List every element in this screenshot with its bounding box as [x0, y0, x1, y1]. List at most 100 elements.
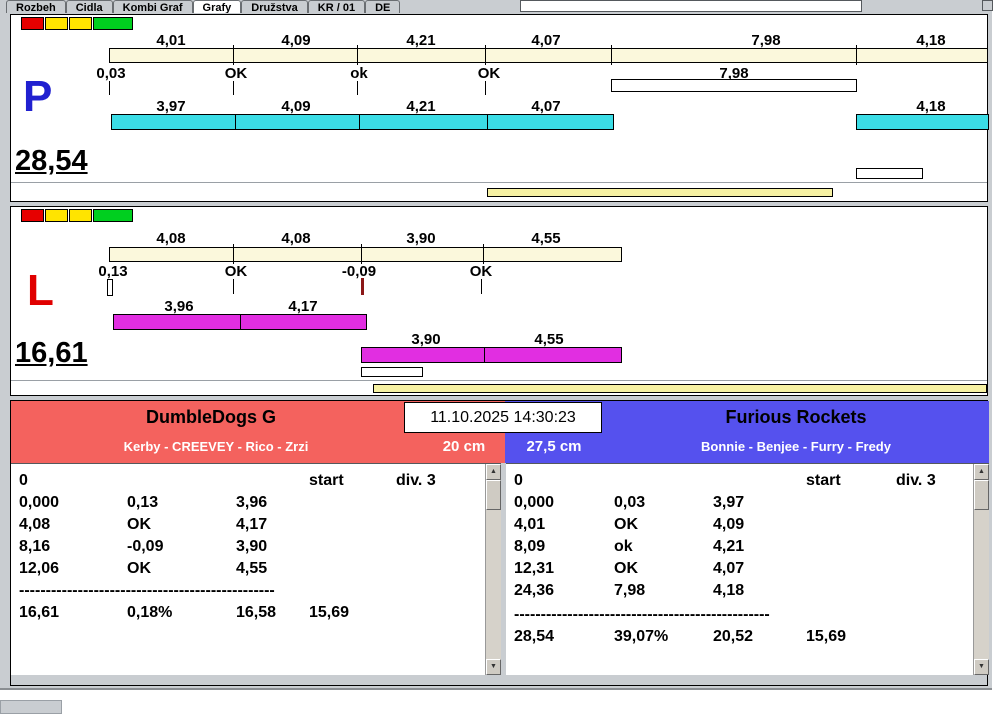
table-cell: 4,01 — [514, 516, 546, 533]
table-row: 0,000 0,03 3,97 — [506, 494, 989, 514]
table-cell: 28,54 — [514, 628, 555, 645]
table-total-row: 16,61 0,18% 16,58 15,69 — [11, 604, 501, 624]
lane-l-letter: L — [27, 266, 54, 315]
table-cell: 4,09 — [713, 516, 745, 533]
table-cell: 15,69 — [806, 628, 847, 645]
ruler-tick — [611, 45, 612, 65]
table-cell: 8,16 — [19, 538, 51, 555]
table-cell: ok — [614, 538, 633, 555]
status-light-green — [93, 209, 133, 222]
run-split-label: 3,97 — [156, 98, 186, 115]
table-total-row: 28,54 39,07% 20,52 15,69 — [506, 628, 989, 648]
scroll-up-button[interactable]: ▲ — [486, 464, 501, 480]
scroll-down-button[interactable]: ▼ — [974, 659, 989, 675]
table-row: 8,16 -0,09 3,90 — [11, 538, 501, 558]
panel-divider-line — [11, 182, 987, 183]
screen: Rozbeh Cidla Kombi Graf Grafy Družstva K… — [0, 0, 995, 716]
tab-kombi-graf[interactable]: Kombi Graf — [112, 0, 193, 13]
crossing-mark-label: 0,13 — [98, 263, 128, 280]
run-split-label: 4,07 — [531, 98, 561, 115]
table-cell: 4,18 — [713, 582, 745, 599]
table-cell: 3,96 — [236, 494, 268, 511]
team-right-members: Bonnie - Benjee - Furry - Fredy — [701, 439, 891, 454]
split-time-label: 4,21 — [406, 32, 436, 49]
separator-dashes: ----------------------------------------… — [514, 606, 770, 623]
crossing-mark-label: OK — [224, 263, 248, 280]
table-header-row: 0 start div. 3 — [11, 472, 501, 492]
vertical-scrollbar[interactable]: ▲ ▼ — [973, 464, 989, 675]
start-marker-box — [107, 279, 113, 296]
lane-p-marker-bar — [856, 168, 923, 179]
window-corner-box — [982, 0, 993, 11]
status-light-yellow-1 — [45, 209, 68, 222]
tab-de[interactable]: DE — [365, 0, 401, 13]
run-split-label: 3,90 — [411, 331, 441, 348]
split-time-label: 4,08 — [156, 230, 186, 247]
table-cell: 3,97 — [713, 494, 745, 511]
panel-divider-line — [11, 380, 987, 381]
clock-display: 11.10.2025 14:30:23 — [404, 402, 602, 433]
segment-divider — [487, 115, 488, 129]
table-cell: 4,07 — [713, 560, 745, 577]
scroll-thumb[interactable] — [974, 480, 989, 510]
table-cell: 0 — [514, 472, 523, 489]
tab-grafy[interactable]: Grafy — [192, 0, 242, 13]
team-left-jump-height: 20 cm — [442, 438, 486, 455]
scroll-down-button[interactable]: ▼ — [486, 659, 501, 675]
table-cell: 0 — [19, 472, 28, 489]
window-bottom-fragment — [0, 700, 62, 714]
tab-kr-01[interactable]: KR / 01 — [307, 0, 366, 13]
scroll-thumb[interactable] — [486, 480, 501, 510]
table-cell: 7,98 — [614, 582, 646, 599]
ruler-tick — [485, 45, 486, 65]
table-cell: 0,18% — [127, 604, 173, 621]
tab-rozbeh[interactable]: Rozbeh — [6, 0, 66, 13]
team-right-table: 0 start div. 3 0,000 0,03 3,97 4,01 OK 4… — [506, 463, 989, 675]
segment-divider — [359, 115, 360, 129]
table-cell: 24,36 — [514, 582, 555, 599]
tab-cidla[interactable]: Cidla — [65, 0, 113, 13]
lane-l-run-bar-1 — [113, 314, 367, 330]
table-cell: 0,000 — [19, 494, 60, 511]
tab-druzstva[interactable]: Družstva — [241, 0, 308, 13]
vertical-scrollbar[interactable]: ▲ ▼ — [485, 464, 501, 675]
table-cell: 3,90 — [236, 538, 268, 555]
crossing-mark-label: OK — [477, 65, 501, 82]
table-cell: 4,55 — [236, 560, 268, 577]
table-row: 12,06 OK 4,55 — [11, 560, 501, 580]
pending-segment-bar — [611, 79, 857, 92]
separator-dashes: ----------------------------------------… — [19, 582, 275, 599]
run-split-label: 4,09 — [281, 98, 311, 115]
crossing-mark-label: 0,03 — [96, 65, 126, 82]
table-cell: 4,17 — [236, 516, 268, 533]
split-time-label: 7,98 — [751, 32, 781, 49]
table-cell: OK — [614, 560, 638, 577]
scroll-up-button[interactable]: ▲ — [974, 464, 989, 480]
split-time-label: 3,90 — [406, 230, 436, 247]
table-cell: 20,52 — [713, 628, 754, 645]
table-cell: 0,000 — [514, 494, 555, 511]
table-cell: 12,31 — [514, 560, 555, 577]
ruler-tick — [856, 45, 857, 65]
results-section: DumbleDogs G Kerby - CREEVEY - Rico - Zr… — [10, 400, 989, 686]
fault-tick — [361, 278, 364, 295]
table-row: 24,36 7,98 4,18 — [506, 582, 989, 602]
table-cell: 4,08 — [19, 516, 51, 533]
status-light-red — [21, 209, 44, 222]
lane-p-progress-bar — [487, 188, 833, 197]
split-time-label: 4,55 — [531, 230, 561, 247]
table-row: 12,31 OK 4,07 — [506, 560, 989, 580]
table-separator-row: ----------------------------------------… — [11, 582, 501, 602]
lane-l-status-lights — [21, 209, 134, 222]
lane-p-letter: P — [23, 72, 53, 121]
table-cell: OK — [127, 516, 151, 533]
status-light-green — [93, 17, 133, 30]
lane-p-panel: 4,01 4,09 4,21 4,07 7,98 4,18 0,03 OK ok… — [10, 14, 989, 202]
status-light-yellow-2 — [69, 209, 92, 222]
ruler-tick — [483, 244, 484, 264]
status-light-red — [21, 17, 44, 30]
split-time-label: 4,07 — [531, 32, 561, 49]
crossing-mark-label: OK — [469, 263, 493, 280]
team-right-name: Furious Rockets — [725, 407, 867, 427]
crossing-tick — [357, 81, 358, 95]
